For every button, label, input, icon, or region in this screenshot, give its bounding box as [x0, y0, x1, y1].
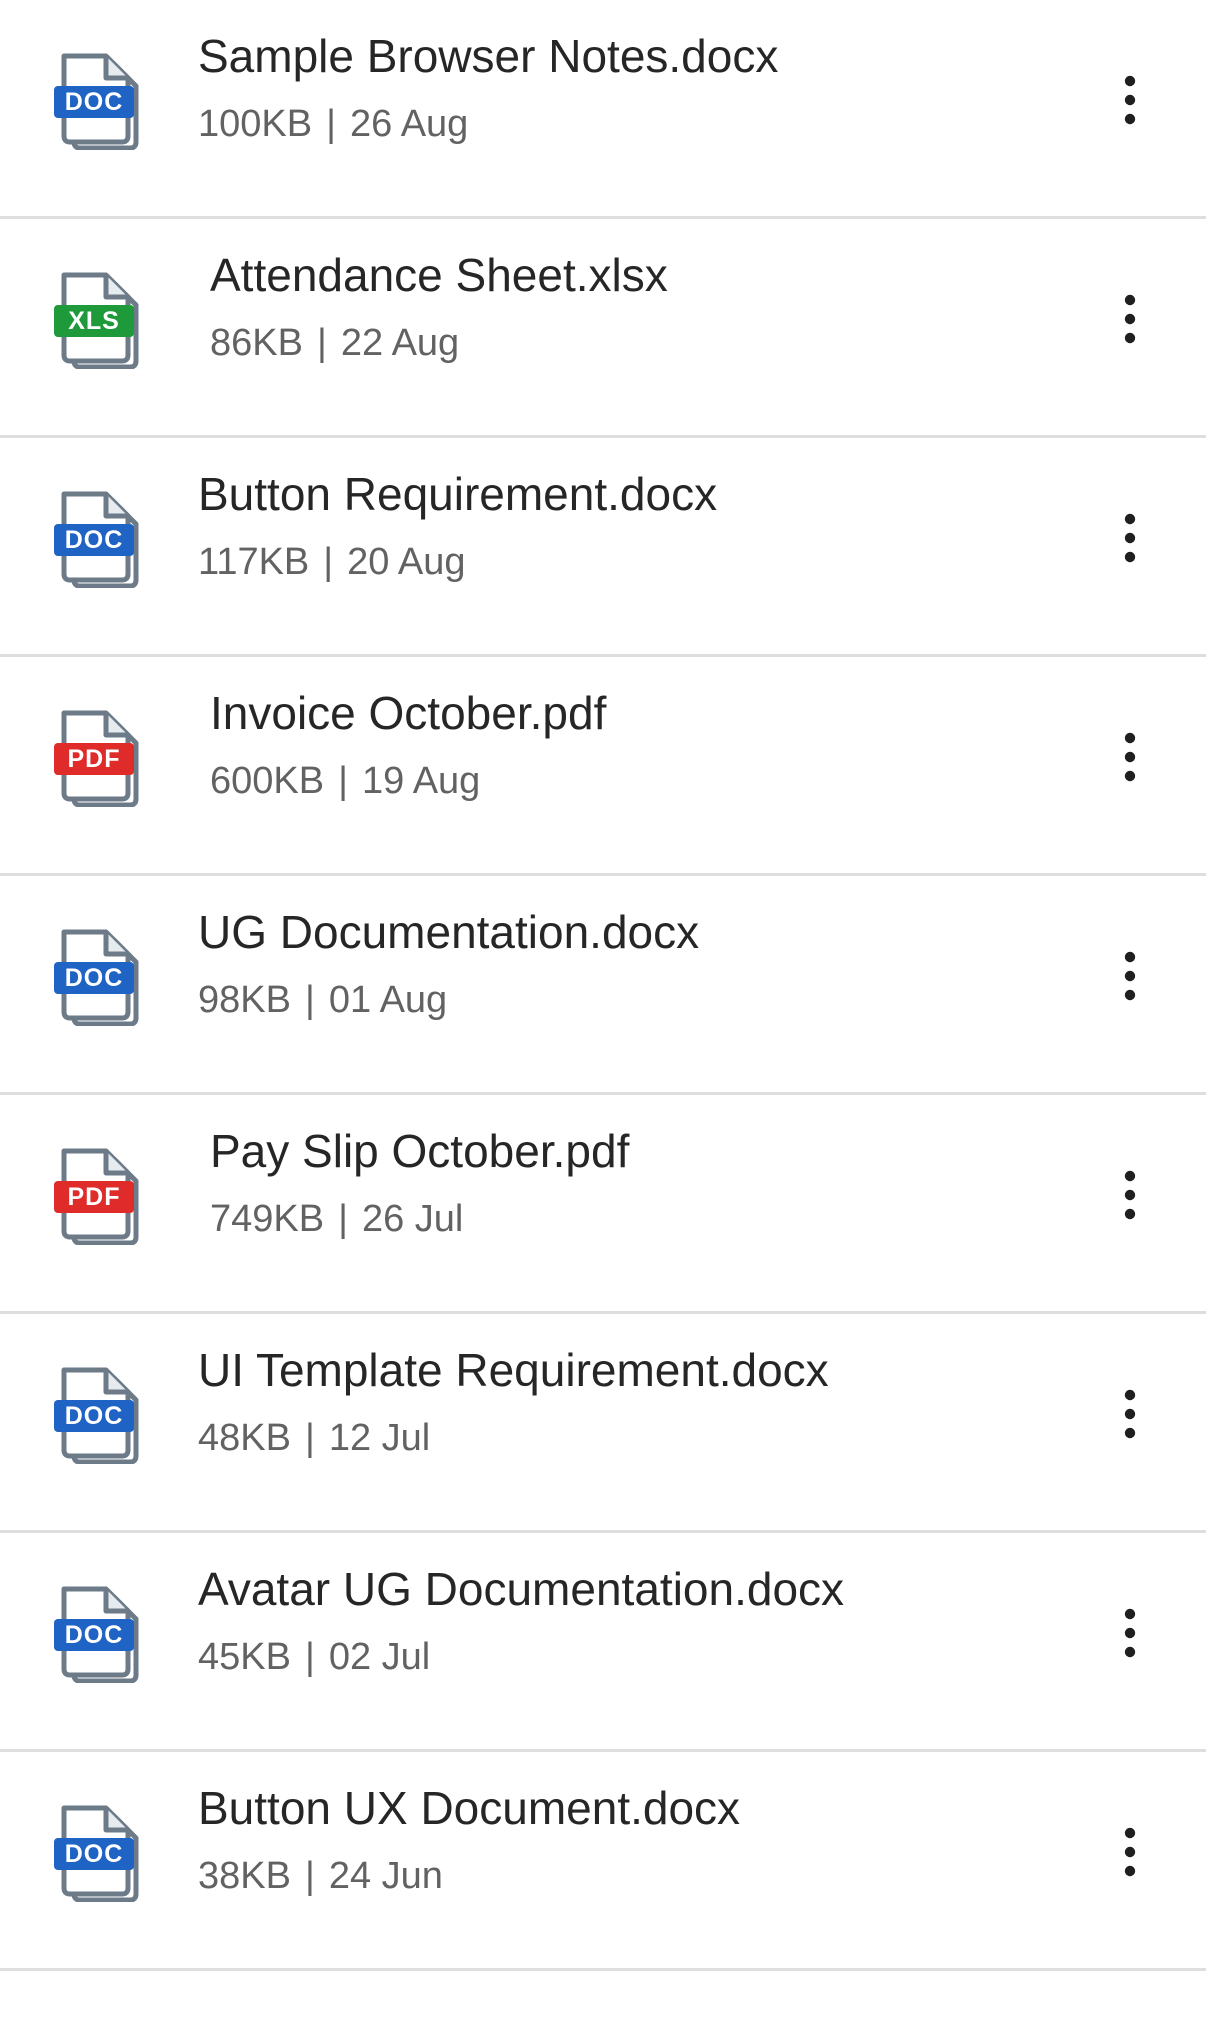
file-size: 38KB	[198, 1855, 291, 1897]
file-size: 749KB	[210, 1198, 325, 1240]
xls-icon: XLS	[50, 269, 140, 369]
svg-text:DOC: DOC	[65, 1402, 124, 1430]
file-name: Attendance Sheet.xlsx	[210, 249, 668, 301]
file-date: 26 Aug	[349, 103, 469, 145]
file-list-item[interactable]: DOC UI Template Requirement.docx 48KB | 12…	[0, 1314, 1206, 1532]
file-name: Invoice October.pdf	[210, 687, 607, 739]
more-options-button[interactable]	[1100, 1165, 1160, 1225]
file-size: 48KB	[198, 1417, 291, 1459]
file-list: DOC Sample Browser Notes.docx 100KB | 26 A…	[0, 0, 1206, 2027]
file-name: UG Documentation.docx	[198, 906, 700, 958]
svg-text:DOC: DOC	[65, 526, 124, 554]
file-list-item[interactable]: DOC Button UX Document.docx 38KB | 24 Jun	[0, 1752, 1206, 1970]
svg-text:DOC: DOC	[65, 1621, 124, 1649]
file-meta: 100KB | 26 Aug	[198, 100, 468, 148]
file-list-item[interactable]: DOC Avatar UG Documentation.docx 45KB | 02…	[0, 1533, 1206, 1751]
meta-separator: |	[304, 1417, 315, 1459]
svg-text:DOC: DOC	[65, 1840, 124, 1868]
doc-icon: DOC	[50, 488, 140, 588]
svg-text:PDF: PDF	[68, 1183, 121, 1211]
file-name: Sample Browser Notes.docx	[198, 30, 779, 82]
pdf-icon: PDF	[50, 707, 140, 807]
file-meta: 749KB | 26 Jul	[210, 1195, 463, 1243]
meta-separator: |	[338, 760, 348, 802]
doc-icon: DOC	[50, 1583, 140, 1683]
more-options-button[interactable]	[1100, 727, 1160, 787]
more-vertical-icon	[1124, 1389, 1136, 1439]
svg-text:DOC: DOC	[65, 964, 124, 992]
file-list-item[interactable]: PDF Invoice October.pdf 600KB | 19 Aug	[0, 657, 1206, 875]
file-date: 02 Jul	[328, 1636, 431, 1678]
file-meta: 48KB | 12 Jul	[198, 1414, 430, 1462]
doc-icon: DOC	[50, 50, 140, 150]
svg-text:PDF: PDF	[68, 745, 121, 773]
file-list-item[interactable]: PDF Pay Slip October.pdf 749KB | 26 Jul	[0, 1095, 1206, 1313]
file-list-item[interactable]: DOC Button Requirement.docx 117KB | 20 Aug	[0, 438, 1206, 656]
file-meta: 38KB | 24 Jun	[198, 1852, 443, 1900]
svg-text:DOC: DOC	[65, 88, 124, 116]
file-date: 22 Aug	[340, 322, 460, 364]
more-vertical-icon	[1124, 294, 1136, 344]
file-name: Pay Slip October.pdf	[210, 1125, 630, 1177]
doc-icon: DOC	[50, 1802, 140, 1902]
file-list-item[interactable]: XLS Attendance Sheet.xlsx 86KB | 22 Aug	[0, 219, 1206, 437]
more-vertical-icon	[1124, 75, 1136, 125]
more-vertical-icon	[1124, 1608, 1136, 1658]
more-vertical-icon	[1124, 951, 1136, 1001]
more-options-button[interactable]	[1100, 70, 1160, 130]
file-size: 98KB	[198, 979, 291, 1021]
file-date: 24 Jun	[328, 1855, 443, 1897]
file-date: 26 Jul	[361, 1198, 464, 1240]
meta-separator: |	[326, 103, 336, 145]
file-size: 45KB	[198, 1636, 291, 1678]
more-options-button[interactable]	[1100, 946, 1160, 1006]
file-size: 86KB	[210, 322, 303, 364]
meta-separator: |	[338, 1198, 348, 1240]
meta-separator: |	[304, 979, 315, 1021]
file-size: 117KB	[198, 541, 310, 583]
more-options-button[interactable]	[1100, 508, 1160, 568]
file-meta: 98KB | 01 Aug	[198, 976, 447, 1024]
file-meta: 117KB | 20 Aug	[198, 538, 466, 586]
file-name: Button UX Document.docx	[198, 1782, 741, 1834]
row-divider	[0, 1968, 1206, 1971]
file-list-item[interactable]: DOC Sample Browser Notes.docx 100KB | 26 A…	[0, 0, 1206, 218]
meta-separator: |	[304, 1855, 315, 1897]
doc-icon: DOC	[50, 1364, 140, 1464]
file-meta: 86KB | 22 Aug	[210, 319, 459, 367]
meta-separator: |	[304, 1636, 315, 1678]
more-vertical-icon	[1124, 1170, 1136, 1220]
file-list-item[interactable]: DOC UG Documentation.docx 98KB | 01 Aug	[0, 876, 1206, 1094]
more-vertical-icon	[1124, 1827, 1136, 1877]
pdf-icon: PDF	[50, 1145, 140, 1245]
more-options-button[interactable]	[1100, 289, 1160, 349]
file-meta: 45KB | 02 Jul	[198, 1633, 430, 1681]
file-name: Avatar UG Documentation.docx	[198, 1563, 845, 1615]
file-size: 100KB	[198, 103, 313, 145]
more-options-button[interactable]	[1100, 1822, 1160, 1882]
file-name: Button Requirement.docx	[198, 468, 718, 520]
more-options-button[interactable]	[1100, 1603, 1160, 1663]
more-vertical-icon	[1124, 513, 1136, 563]
file-date: 01 Aug	[328, 979, 448, 1021]
meta-separator: |	[323, 541, 334, 583]
file-meta: 600KB | 19 Aug	[210, 757, 480, 805]
doc-icon: DOC	[50, 926, 140, 1026]
more-vertical-icon	[1124, 732, 1136, 782]
file-size: 600KB	[210, 760, 325, 802]
svg-text:XLS: XLS	[68, 307, 120, 335]
file-date: 19 Aug	[361, 760, 481, 802]
more-options-button[interactable]	[1100, 1384, 1160, 1444]
meta-separator: |	[316, 322, 327, 364]
file-name: UI Template Requirement.docx	[198, 1344, 829, 1396]
file-date: 20 Aug	[347, 541, 466, 583]
file-date: 12 Jul	[328, 1417, 431, 1459]
